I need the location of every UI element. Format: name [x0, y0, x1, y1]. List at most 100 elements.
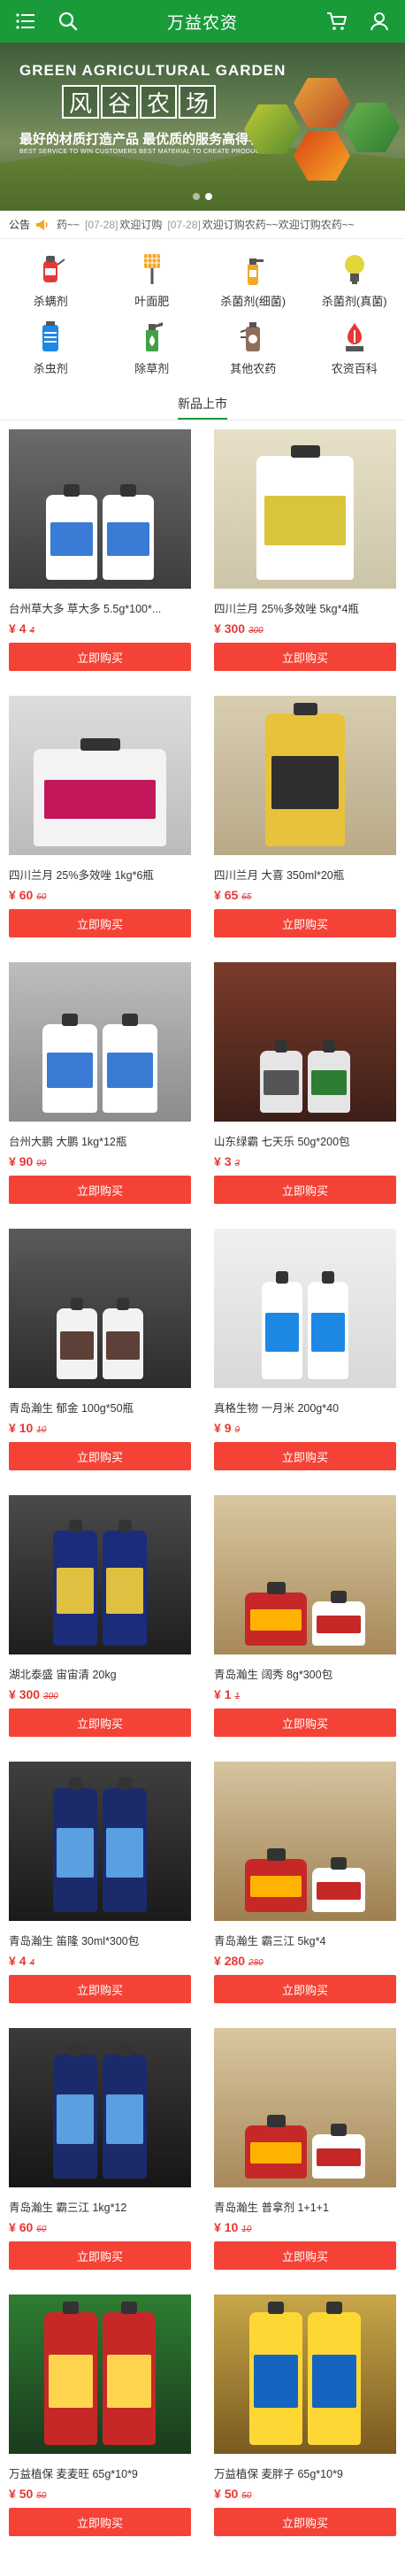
buy-now-button[interactable]: 立即购买	[214, 643, 396, 671]
product-bottle	[308, 1040, 350, 1113]
product-name[interactable]: 四川兰月 25%多效唑 1kg*6瓶	[9, 866, 191, 883]
product-card[interactable]: 湖北泰盛 宙宙清 20kg ¥ 300 300 立即购买	[9, 1495, 191, 1737]
product-card[interactable]: 青岛瀚生 阔秀 8g*300包 ¥ 11 立即购买	[214, 1495, 396, 1737]
price-value: 300	[224, 621, 246, 636]
product-card[interactable]: 青岛瀚生 郁金 100g*50瓶 ¥ 10 10 立即购买	[9, 1229, 191, 1470]
category-item[interactable]: 农资百科	[304, 313, 405, 381]
product-name[interactable]: 台州大鹏 大鹏 1kg*12瓶	[9, 1132, 191, 1149]
product-name[interactable]: 青岛瀚生 普拿剂 1+1+1	[214, 2198, 396, 2215]
buy-now-button[interactable]: 立即购买	[214, 1176, 396, 1204]
product-card[interactable]: 真格生物 一月米 200g*40 ¥ 99 立即购买	[214, 1229, 396, 1470]
product-name[interactable]: 青岛瀚生 霸三江 1kg*12	[9, 2198, 191, 2215]
product-price: ¥ 280 280	[214, 1954, 396, 1968]
buy-now-button[interactable]: 立即购买	[9, 1176, 191, 1204]
category-item[interactable]: 其他农药	[202, 313, 304, 381]
product-bottle	[103, 1520, 147, 1646]
product-name[interactable]: 山东绿霸 七天乐 50g*200包	[214, 1132, 396, 1149]
search-icon[interactable]	[55, 8, 81, 35]
buy-now-button[interactable]: 立即购买	[214, 909, 396, 937]
product-price: ¥ 300 300	[214, 621, 396, 636]
product-name[interactable]: 湖北泰盛 宙宙清 20kg	[9, 1665, 191, 1682]
product-image[interactable]	[214, 2294, 396, 2454]
buy-now-button[interactable]: 立即购买	[214, 2241, 396, 2270]
product-image[interactable]	[9, 1495, 191, 1654]
category-item[interactable]: 杀菌剂(细菌)	[202, 246, 304, 313]
category-item[interactable]: 杀菌剂(真菌)	[304, 246, 405, 313]
price-value: 1	[224, 1687, 232, 1701]
buy-now-button[interactable]: 立即购买	[9, 2241, 191, 2270]
buy-now-button[interactable]: 立即购买	[214, 1708, 396, 1737]
product-card[interactable]: 山东绿霸 七天乐 50g*200包 ¥ 33 立即购买	[214, 962, 396, 1204]
product-image[interactable]	[214, 962, 396, 1122]
product-image[interactable]	[214, 1762, 396, 1921]
buy-now-button[interactable]: 立即购买	[9, 1442, 191, 1470]
product-image[interactable]	[214, 429, 396, 589]
price-value: 50	[19, 2487, 34, 2501]
carousel-dot-active[interactable]	[205, 193, 212, 200]
product-name[interactable]: 真格生物 一月米 200g*40	[214, 1399, 396, 1415]
product-name[interactable]: 台州草大多 草大多 5.5g*100*...	[9, 599, 191, 616]
notice-item[interactable]: 药~~	[55, 217, 80, 232]
product-name[interactable]: 四川兰月 大喜 350ml*20瓶	[214, 866, 396, 883]
buy-now-button[interactable]: 立即购买	[9, 643, 191, 671]
buy-now-button[interactable]: 立即购买	[9, 909, 191, 937]
product-bottle	[46, 484, 97, 580]
user-icon[interactable]	[366, 8, 393, 35]
buy-now-button[interactable]: 立即购买	[214, 1442, 396, 1470]
product-card[interactable]: 青岛瀚生 霸三江 5kg*4 ¥ 280 280 立即购买	[214, 1762, 396, 2003]
product-card[interactable]: 台州草大多 草大多 5.5g*100*... ¥ 44 立即购买	[9, 429, 191, 671]
product-card[interactable]: 台州大鹏 大鹏 1kg*12瓶 ¥ 90 90 立即购买	[9, 962, 191, 1204]
category-item[interactable]: 杀螨剂	[0, 246, 102, 313]
product-name[interactable]: 青岛瀚生 阔秀 8g*300包	[214, 1665, 396, 1682]
cart-icon[interactable]	[324, 8, 350, 35]
product-image[interactable]	[9, 1762, 191, 1921]
price-value: 3	[224, 1154, 232, 1168]
notice-bar[interactable]: 公告 药~~ [07-28] 欢迎订购 [07-28] 欢迎订购农药~~欢迎订购农药…	[0, 211, 405, 239]
carousel-dot[interactable]	[193, 193, 200, 200]
product-image[interactable]	[9, 2294, 191, 2454]
product-name[interactable]: 青岛瀚生 笛隆 30ml*300包	[9, 1932, 191, 1948]
product-card[interactable]: 四川兰月 25%多效唑 1kg*6瓶 ¥ 60 60 立即购买	[9, 696, 191, 937]
product-image[interactable]	[9, 429, 191, 589]
product-card[interactable]: 四川兰月 25%多效唑 5kg*4瓶 ¥ 300 300 立即购买	[214, 429, 396, 671]
product-image[interactable]	[214, 1229, 396, 1388]
buy-now-button[interactable]: 立即购买	[214, 1975, 396, 2003]
product-image[interactable]	[214, 696, 396, 855]
product-name[interactable]: 四川兰月 25%多效唑 5kg*4瓶	[214, 599, 396, 616]
product-image[interactable]	[9, 2028, 191, 2187]
category-item[interactable]: 叶面肥	[102, 246, 203, 313]
product-image[interactable]	[9, 696, 191, 855]
category-item[interactable]: 杀虫剂	[0, 313, 102, 381]
product-card[interactable]: 青岛瀚生 普拿剂 1+1+1 ¥ 10 10 立即购买	[214, 2028, 396, 2270]
buy-now-button[interactable]: 立即购买	[9, 2508, 191, 2536]
product-card[interactable]: 万益植保 麦麦旺 65g*10*9 ¥ 50 50 立即购买	[9, 2294, 191, 2536]
product-name[interactable]: 万益植保 麦麦旺 65g*10*9	[9, 2464, 191, 2481]
currency-symbol: ¥	[214, 621, 221, 636]
product-bottle	[245, 1848, 307, 1912]
product-card[interactable]: 四川兰月 大喜 350ml*20瓶 ¥ 65 65 立即购买	[214, 696, 396, 937]
buy-now-button[interactable]: 立即购买	[214, 2508, 396, 2536]
currency-symbol: ¥	[9, 621, 16, 636]
product-name[interactable]: 青岛瀚生 霸三江 5kg*4	[214, 1932, 396, 1948]
product-image[interactable]	[214, 1495, 396, 1654]
product-image[interactable]	[9, 1229, 191, 1388]
product-card[interactable]: 青岛瀚生 霸三江 1kg*12 ¥ 60 60 立即购买	[9, 2028, 191, 2270]
product-name[interactable]: 万益植保 麦胖子 65g*10*9	[214, 2464, 396, 2481]
product-image[interactable]	[214, 2028, 396, 2187]
hero-banner[interactable]: GREEN AGRICULTURAL GARDEN 风 谷 农 场 最好的材质打…	[0, 42, 405, 211]
buy-now-button[interactable]: 立即购买	[9, 1975, 191, 2003]
bulb-icon	[337, 251, 372, 287]
currency-symbol: ¥	[214, 1154, 221, 1168]
banner-cn-char: 风	[62, 85, 99, 119]
notice-item[interactable]: [07-28] 欢迎订购农药~~欢迎订购农药~~	[167, 217, 354, 232]
buy-now-button[interactable]: 立即购买	[9, 1708, 191, 1737]
product-card[interactable]: 青岛瀚生 笛隆 30ml*300包 ¥ 44 立即购买	[9, 1762, 191, 2003]
menu-icon[interactable]	[12, 8, 39, 35]
notice-item[interactable]: [07-28] 欢迎订购	[85, 217, 162, 232]
product-name[interactable]: 青岛瀚生 郁金 100g*50瓶	[9, 1399, 191, 1415]
product-image[interactable]	[9, 962, 191, 1122]
price-value: 10	[19, 1421, 34, 1435]
pesticide-icon	[235, 319, 271, 354]
category-item[interactable]: 除草剂	[102, 313, 203, 381]
product-card[interactable]: 万益植保 麦胖子 65g*10*9 ¥ 50 50 立即购买	[214, 2294, 396, 2536]
